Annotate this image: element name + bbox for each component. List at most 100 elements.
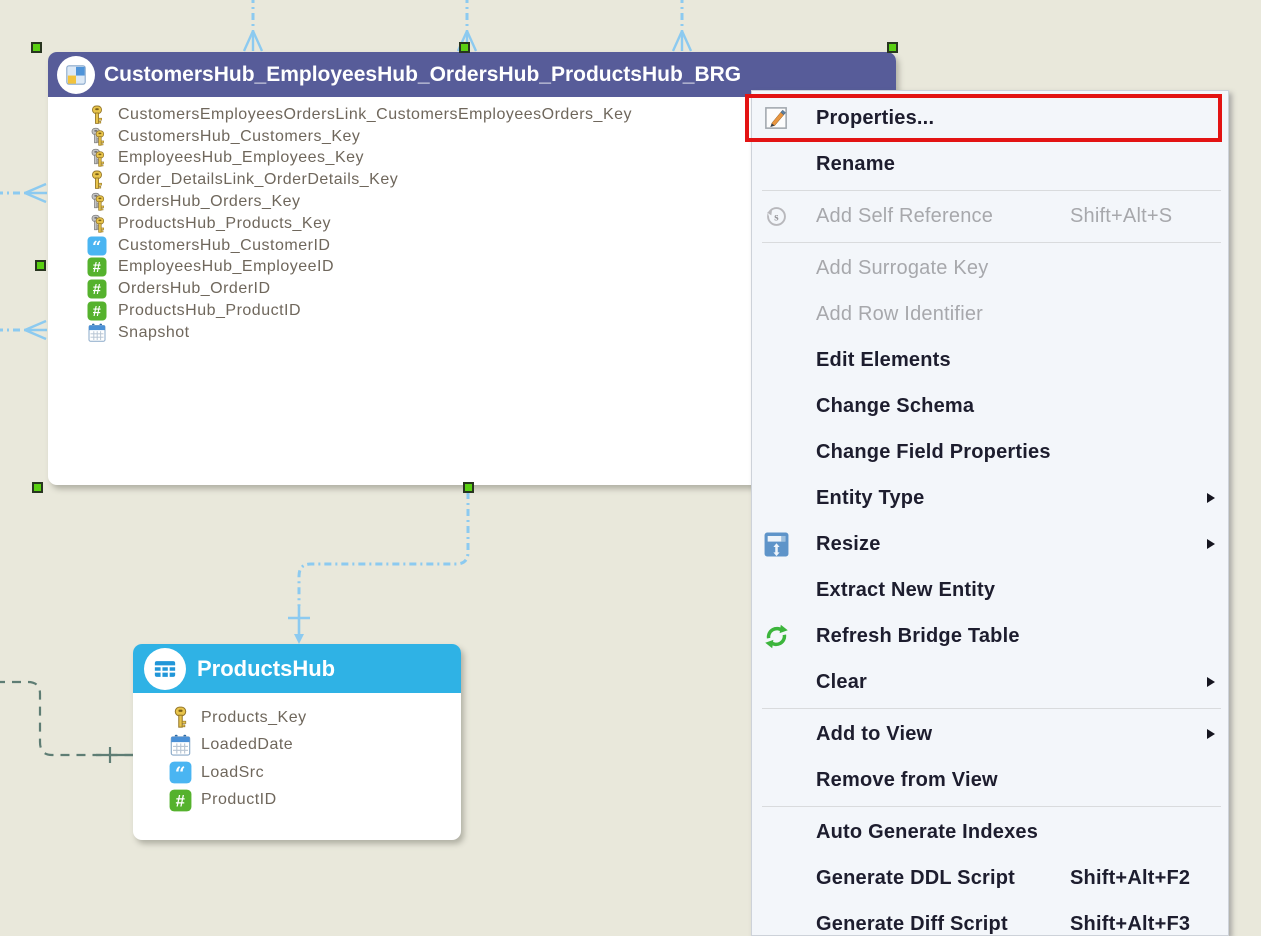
- double-key-icon: [85, 127, 109, 147]
- menu-item-label: Change Field Properties: [816, 441, 1051, 464]
- field-name: EmployeesHub_EmployeeID: [118, 258, 334, 276]
- connector-top-1: [244, 0, 262, 51]
- menu-item-shortcut: Shift+Alt+F2: [1070, 867, 1190, 890]
- refresh-icon: [759, 623, 793, 650]
- menu-item-label: Entity Type: [816, 487, 925, 510]
- menu-item-auto-generate-indexes[interactable]: Auto Generate Indexes: [752, 809, 1228, 855]
- connector-left-2: [0, 321, 47, 339]
- field-name: OrdersHub_OrderID: [118, 280, 271, 298]
- menu-item-rename[interactable]: Rename: [752, 141, 1228, 187]
- menu-item-label: Auto Generate Indexes: [816, 821, 1038, 844]
- svg-text:#: #: [93, 260, 102, 276]
- field-name: Order_DetailsLink_OrderDetails_Key: [118, 171, 398, 189]
- entity-field-list: Products_Key LoadedDate “LoadSrc # ProductID: [133, 693, 461, 814]
- field-name: OrdersHub_Orders_Key: [118, 193, 301, 211]
- double-key-icon: [85, 214, 109, 234]
- menu-item-label: Resize: [816, 533, 881, 556]
- entity-title: CustomersHub_EmployeesHub_OrdersHub_Prod…: [104, 63, 741, 87]
- field-name: CustomersHub_Customers_Key: [118, 128, 360, 146]
- svg-text:s: s: [774, 211, 779, 223]
- menu-item-refresh-bridge-table[interactable]: Refresh Bridge Table: [752, 613, 1228, 659]
- menu-item-generate-ddl-script[interactable]: Generate DDL Script Shift+Alt+F2: [752, 855, 1228, 901]
- menu-item-label: Remove from View: [816, 769, 998, 792]
- key-icon: [85, 105, 109, 125]
- submenu-arrow-icon: [1207, 677, 1215, 687]
- annotation-highlight-rectangle: [745, 94, 1222, 142]
- menu-item-generate-diff-script[interactable]: Generate Diff Script Shift+Alt+F3: [752, 901, 1228, 936]
- number-icon: #: [168, 789, 192, 812]
- menu-item-label: Add Surrogate Key: [816, 257, 988, 280]
- double-key-icon: [85, 192, 109, 212]
- menu-item-entity-type[interactable]: Entity Type: [752, 475, 1228, 521]
- menu-item-label: Add Row Identifier: [816, 303, 983, 326]
- connector-left-1: [0, 184, 47, 202]
- field-row[interactable]: Products_Key: [168, 704, 461, 732]
- date-icon: [85, 323, 109, 343]
- menu-item-add-surrogate-key: Add Surrogate Key: [752, 245, 1228, 291]
- svg-text:#: #: [93, 282, 102, 298]
- menu-item-extract-new-entity[interactable]: Extract New Entity: [752, 567, 1228, 613]
- field-name: Products_Key: [201, 709, 307, 727]
- field-name: ProductsHub_Products_Key: [118, 215, 331, 233]
- entity-products-hub[interactable]: ProductsHub Products_Key LoadedDate “LoadS…: [133, 644, 461, 840]
- double-key-icon: [85, 148, 109, 168]
- field-name: CustomersHub_CustomerID: [118, 237, 330, 255]
- menu-item-label: Generate Diff Script: [816, 913, 1008, 936]
- field-name: ProductsHub_ProductID: [118, 302, 301, 320]
- menu-item-label: Edit Elements: [816, 349, 951, 372]
- selection-handle-bottom-left[interactable]: [32, 482, 43, 493]
- menu-item-label: Change Schema: [816, 395, 974, 418]
- menu-item-clear[interactable]: Clear: [752, 659, 1228, 705]
- svg-text:#: #: [175, 791, 185, 810]
- hub-table-icon: [144, 648, 186, 690]
- field-name: LoadedDate: [201, 736, 293, 754]
- menu-item-label: Rename: [816, 153, 895, 176]
- menu-item-add-row-identifier: Add Row Identifier: [752, 291, 1228, 337]
- selection-handle-top-center[interactable]: [459, 42, 470, 53]
- field-name: ProductID: [201, 791, 277, 809]
- key-icon: [85, 170, 109, 190]
- menu-item-resize[interactable]: Resize: [752, 521, 1228, 567]
- selection-handle-bottom-center[interactable]: [463, 482, 474, 493]
- number-icon: #: [85, 257, 109, 277]
- submenu-arrow-icon: [1207, 729, 1215, 739]
- field-row[interactable]: “LoadSrc: [168, 759, 461, 787]
- menu-item-shortcut: Shift+Alt+F3: [1070, 913, 1190, 936]
- field-row[interactable]: # ProductID: [168, 787, 461, 815]
- menu-item-shortcut: Shift+Alt+S: [1070, 205, 1172, 228]
- svg-text:“: “: [92, 237, 102, 256]
- submenu-arrow-icon: [1207, 539, 1215, 549]
- menu-item-edit-elements[interactable]: Edit Elements: [752, 337, 1228, 383]
- field-row[interactable]: LoadedDate: [168, 732, 461, 760]
- menu-item-label: Refresh Bridge Table: [816, 625, 1020, 648]
- connector-top-3: [673, 0, 691, 51]
- date-icon: [168, 734, 192, 757]
- number-icon: #: [85, 279, 109, 299]
- menu-item-label: Generate DDL Script: [816, 867, 1015, 890]
- menu-item-label: Add to View: [816, 723, 932, 746]
- connector-brg-to-productshub: [288, 492, 468, 644]
- menu-item-remove-from-view[interactable]: Remove from View: [752, 757, 1228, 803]
- menu-item-label: Add Self Reference: [816, 205, 993, 228]
- menu-item-add-to-view[interactable]: Add to View: [752, 711, 1228, 757]
- bridge-table-icon: [57, 56, 95, 94]
- menu-item-add-self-reference: s Add Self Reference Shift+Alt+S: [752, 193, 1228, 239]
- menu-item-change-schema[interactable]: Change Schema: [752, 383, 1228, 429]
- selection-handle-top-right[interactable]: [887, 42, 898, 53]
- menu-item-change-field-properties[interactable]: Change Field Properties: [752, 429, 1228, 475]
- text-icon: “: [85, 236, 109, 256]
- context-menu: Properties...RenamesAdd Self ReferenceSh…: [751, 90, 1229, 936]
- entity-title: ProductsHub: [197, 656, 335, 682]
- connector-left-productshub: [0, 682, 133, 763]
- svg-text:#: #: [93, 304, 102, 320]
- entity-header[interactable]: ProductsHub: [133, 644, 461, 693]
- number-icon: #: [85, 301, 109, 321]
- menu-item-label: Clear: [816, 671, 867, 694]
- submenu-arrow-icon: [1207, 493, 1215, 503]
- selection-handle-top-left[interactable]: [31, 42, 42, 53]
- field-name: Snapshot: [118, 324, 190, 342]
- resize-icon: [759, 531, 793, 558]
- key-icon: [168, 706, 192, 729]
- self-reference-icon: s: [759, 203, 793, 230]
- selection-handle-middle-left[interactable]: [35, 260, 46, 271]
